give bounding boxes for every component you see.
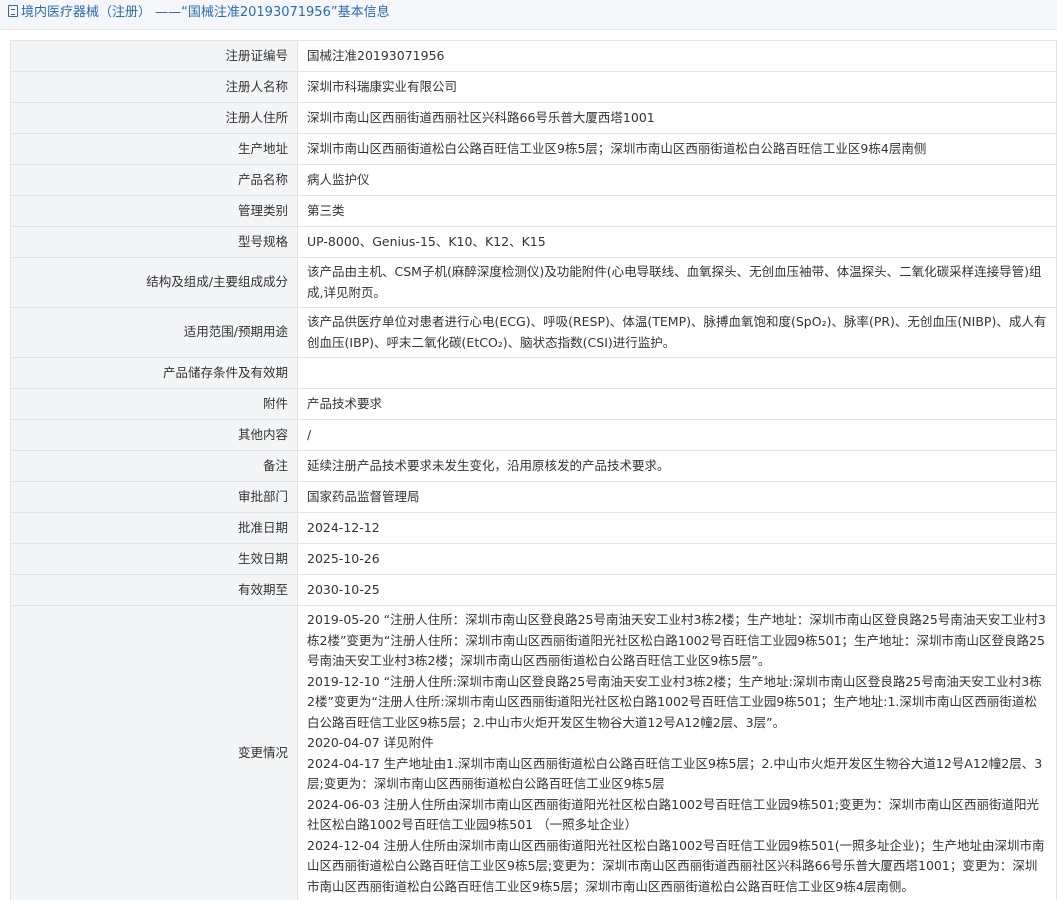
table-row: 生效日期 2025-10-26 bbox=[10, 543, 1057, 575]
row-label: 产品储存条件及有效期 bbox=[10, 357, 298, 389]
change-entry: 2019-12-10 “注册人住所:深圳市南山区登良路25号南油天安工业村3栋2… bbox=[307, 673, 1042, 730]
row-value: 病人监护仪 bbox=[297, 164, 1057, 196]
row-label: 备注 bbox=[10, 450, 298, 482]
row-value: 2024-12-12 bbox=[297, 512, 1057, 544]
row-label: 注册人名称 bbox=[10, 71, 298, 103]
row-label: 注册证编号 bbox=[10, 40, 298, 72]
table-row: 附件 产品技术要求 bbox=[10, 388, 1057, 420]
row-label: 其他内容 bbox=[10, 419, 298, 451]
row-value: 第三类 bbox=[297, 195, 1057, 227]
change-entry: 2024-12-04 注册人住所由深圳市南山区西丽街道阳光社区松白路1002号百… bbox=[307, 837, 1045, 894]
row-label: 型号规格 bbox=[10, 226, 298, 258]
table-row: 型号规格 UP-8000、Genius-15、K10、K12、K15 bbox=[10, 226, 1057, 258]
row-value bbox=[297, 357, 1057, 389]
row-value: / bbox=[297, 419, 1057, 451]
table-row: 产品名称 病人监护仪 bbox=[10, 164, 1057, 196]
row-label: 适用范围/预期用途 bbox=[10, 307, 298, 358]
row-value: 国家药品监督管理局 bbox=[297, 481, 1057, 513]
page-title: 境内医疗器械（注册） ——“国械注准20193071956”基本信息 bbox=[21, 5, 390, 20]
row-value: 该产品供医疗单位对患者进行心电(ECG)、呼吸(RESP)、体温(TEMP)、脉… bbox=[297, 307, 1057, 358]
row-label: 审批部门 bbox=[10, 481, 298, 513]
row-value: 产品技术要求 bbox=[297, 388, 1057, 420]
row-value: 深圳市科瑞康实业有限公司 bbox=[297, 71, 1057, 103]
registration-info-table: 注册证编号 国械注准20193071956 注册人名称 深圳市科瑞康实业有限公司… bbox=[10, 40, 1057, 900]
table-row: 生产地址 深圳市南山区西丽街道松白公路百旺信工业区9栋5层；深圳市南山区西丽街道… bbox=[10, 133, 1057, 165]
row-value: UP-8000、Genius-15、K10、K12、K15 bbox=[297, 226, 1057, 258]
row-value: 国械注准20193071956 bbox=[297, 40, 1057, 72]
change-history: 2019-05-20 “注册人住所：深圳市南山区登良路25号南油天安工业村3栋2… bbox=[297, 605, 1057, 900]
page-header: 境内医疗器械（注册） ——“国械注准20193071956”基本信息 bbox=[0, 0, 1057, 30]
table-row: 注册证编号 国械注准20193071956 bbox=[10, 40, 1057, 72]
change-entry: 2024-04-17 生产地址由1.深圳市南山区西丽街道松白公路百旺信工业区9栋… bbox=[307, 755, 1043, 792]
table-row: 产品储存条件及有效期 bbox=[10, 357, 1057, 389]
row-label: 管理类别 bbox=[10, 195, 298, 227]
table-row: 管理类别 第三类 bbox=[10, 195, 1057, 227]
row-value: 2030-10-25 bbox=[297, 574, 1057, 606]
row-value: 该产品由主机、CSM子机(麻醉深度检测仪)及功能附件(心电导联线、血氧探头、无创… bbox=[297, 257, 1057, 308]
change-entry: 2024-06-03 注册人住所由深圳市南山区西丽街道阳光社区松白路1002号百… bbox=[307, 796, 1039, 833]
row-label: 批准日期 bbox=[10, 512, 298, 544]
document-icon bbox=[8, 5, 18, 17]
change-entry: 2019-05-20 “注册人住所：深圳市南山区登良路25号南油天安工业村3栋2… bbox=[307, 612, 1046, 668]
table-row: 备注 延续注册产品技术要求未发生变化，沿用原核发的产品技术要求。 bbox=[10, 450, 1057, 482]
row-value: 延续注册产品技术要求未发生变化，沿用原核发的产品技术要求。 bbox=[297, 450, 1057, 482]
row-value: 深圳市南山区西丽街道松白公路百旺信工业区9栋5层；深圳市南山区西丽街道松白公路百… bbox=[297, 133, 1057, 165]
row-label: 注册人住所 bbox=[10, 102, 298, 134]
table-row: 结构及组成/主要组成成分 该产品由主机、CSM子机(麻醉深度检测仪)及功能附件(… bbox=[10, 257, 1057, 308]
table-row: 批准日期 2024-12-12 bbox=[10, 512, 1057, 544]
table-row: 适用范围/预期用途 该产品供医疗单位对患者进行心电(ECG)、呼吸(RESP)、… bbox=[10, 307, 1057, 358]
row-label: 生效日期 bbox=[10, 543, 298, 575]
table-row: 注册人名称 深圳市科瑞康实业有限公司 bbox=[10, 71, 1057, 103]
table-row: 审批部门 国家药品监督管理局 bbox=[10, 481, 1057, 513]
row-label: 变更情况 bbox=[10, 605, 298, 900]
table-row: 有效期至 2030-10-25 bbox=[10, 574, 1057, 606]
row-label: 附件 bbox=[10, 388, 298, 420]
row-label: 生产地址 bbox=[10, 133, 298, 165]
row-label: 有效期至 bbox=[10, 574, 298, 606]
row-label: 产品名称 bbox=[10, 164, 298, 196]
change-entry: 2020-04-07 详见附件 bbox=[307, 735, 434, 750]
table-row-changes: 变更情况 2019-05-20 “注册人住所：深圳市南山区登良路25号南油天安工… bbox=[10, 605, 1057, 900]
row-value: 2025-10-26 bbox=[297, 543, 1057, 575]
row-value: 深圳市南山区西丽街道西丽社区兴科路66号乐普大厦西塔1001 bbox=[297, 102, 1057, 134]
table-row: 注册人住所 深圳市南山区西丽街道西丽社区兴科路66号乐普大厦西塔1001 bbox=[10, 102, 1057, 134]
row-label: 结构及组成/主要组成成分 bbox=[10, 257, 298, 308]
table-row: 其他内容 / bbox=[10, 419, 1057, 451]
